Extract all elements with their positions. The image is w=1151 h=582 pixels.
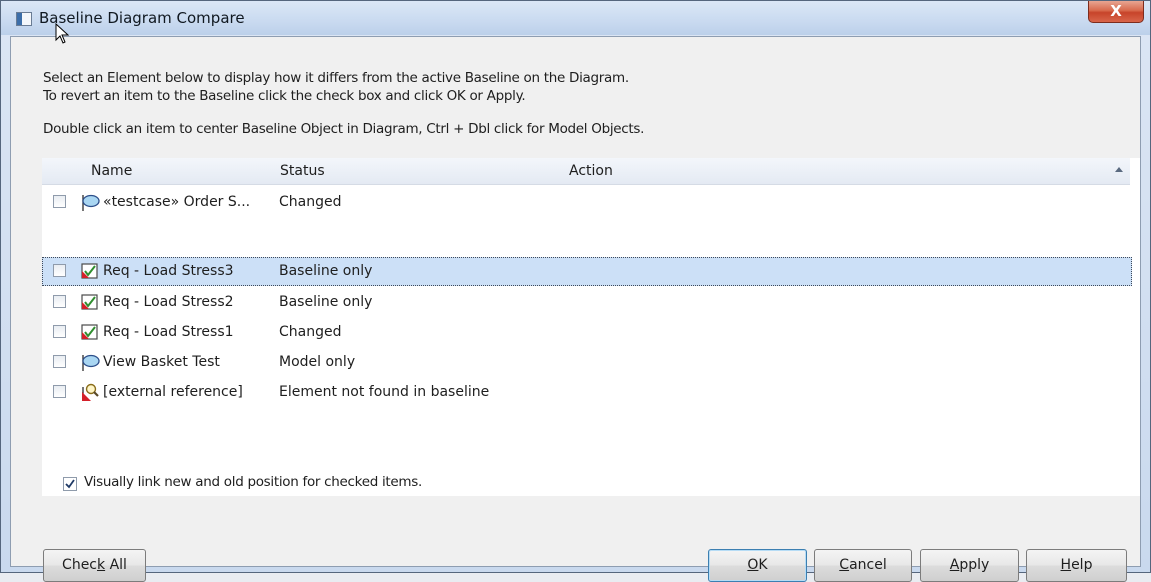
ok-label-part: K (758, 557, 768, 573)
cancel-label-part: ancel (849, 557, 887, 573)
apply-accelerator: A (949, 557, 960, 573)
cancel-accelerator: C (839, 557, 850, 573)
revert-checkbox[interactable] (53, 355, 66, 368)
close-icon: X (1110, 2, 1122, 20)
list-item[interactable]: View Basket Test Model only (42, 348, 1132, 377)
close-button[interactable]: X (1088, 1, 1144, 23)
check-all-label-part: Chec (62, 557, 98, 573)
check-all-button[interactable]: Check All (43, 549, 146, 582)
requirement-icon (81, 263, 98, 279)
apply-label-part: pply (959, 557, 990, 573)
sort-ascending-icon[interactable] (1115, 167, 1123, 172)
instruction-line-3: Double click an item to center Baseline … (43, 121, 645, 137)
title-bar[interactable]: Baseline Diagram Compare X (1, 1, 1150, 44)
element-status: Changed (279, 194, 342, 210)
revert-checkbox[interactable] (53, 385, 66, 398)
list-item-selected[interactable]: Req - Load Stress3 Baseline only (42, 257, 1132, 286)
element-name: «testcase» Order S... (103, 194, 251, 210)
requirement-icon (81, 324, 98, 340)
revert-checkbox[interactable] (53, 264, 66, 277)
column-header-name[interactable]: Name (91, 163, 132, 179)
element-status: Baseline only (279, 294, 373, 310)
element-name: Req - Load Stress3 (103, 263, 234, 279)
external-reference-icon (82, 383, 99, 401)
dialog-window: Baseline Diagram Compare X Select an Ele… (0, 0, 1151, 582)
list-item[interactable]: [external reference] Element not found i… (42, 378, 1132, 407)
testcase-icon (82, 194, 100, 211)
element-name: Req - Load Stress1 (103, 324, 234, 340)
visual-link-label[interactable]: Visually link new and old position for c… (84, 474, 422, 490)
element-name: Req - Load Stress2 (103, 294, 234, 310)
element-list[interactable]: Name Status Action «testcase» Order S...… (42, 158, 1140, 496)
revert-checkbox[interactable] (53, 195, 66, 208)
help-button[interactable]: Help (1026, 549, 1127, 582)
revert-checkbox[interactable] (53, 325, 66, 338)
list-item[interactable]: Req - Load Stress1 Changed (42, 318, 1132, 347)
element-name: [external reference] (103, 384, 243, 400)
testcase-icon (82, 354, 100, 371)
checkmark-icon (65, 479, 75, 489)
help-accelerator: H (1060, 557, 1072, 573)
column-header-action[interactable]: Action (569, 163, 613, 179)
check-all-label-part: All (105, 557, 127, 573)
dialog-client-area: Select an Element below to display how i… (10, 36, 1141, 582)
element-name: View Basket Test (103, 354, 220, 370)
list-item[interactable]: «testcase» Order S... Changed (42, 188, 1132, 217)
element-status: Model only (279, 354, 356, 370)
instruction-line-1: Select an Element below to display how i… (43, 70, 629, 86)
apply-button[interactable]: Apply (920, 549, 1019, 582)
element-status: Element not found in baseline (279, 384, 490, 400)
visual-link-checkbox[interactable] (63, 477, 77, 491)
mouse-cursor-icon (55, 23, 70, 44)
cancel-button[interactable]: Cancel (814, 549, 912, 582)
ok-accelerator: O (747, 557, 759, 573)
requirement-icon (81, 294, 98, 310)
instruction-line-2: To revert an item to the Baseline click … (43, 88, 526, 104)
check-all-accelerator: k (97, 557, 106, 573)
element-status: Changed (279, 324, 342, 340)
revert-checkbox[interactable] (53, 295, 66, 308)
ok-button[interactable]: OK (708, 549, 807, 582)
element-status: Baseline only (279, 263, 373, 279)
list-item[interactable]: Req - Load Stress2 Baseline only (42, 288, 1132, 317)
help-label-part: elp (1071, 557, 1093, 573)
app-icon (16, 12, 32, 26)
list-header: Name Status Action (42, 158, 1130, 185)
column-header-status[interactable]: Status (280, 163, 325, 179)
